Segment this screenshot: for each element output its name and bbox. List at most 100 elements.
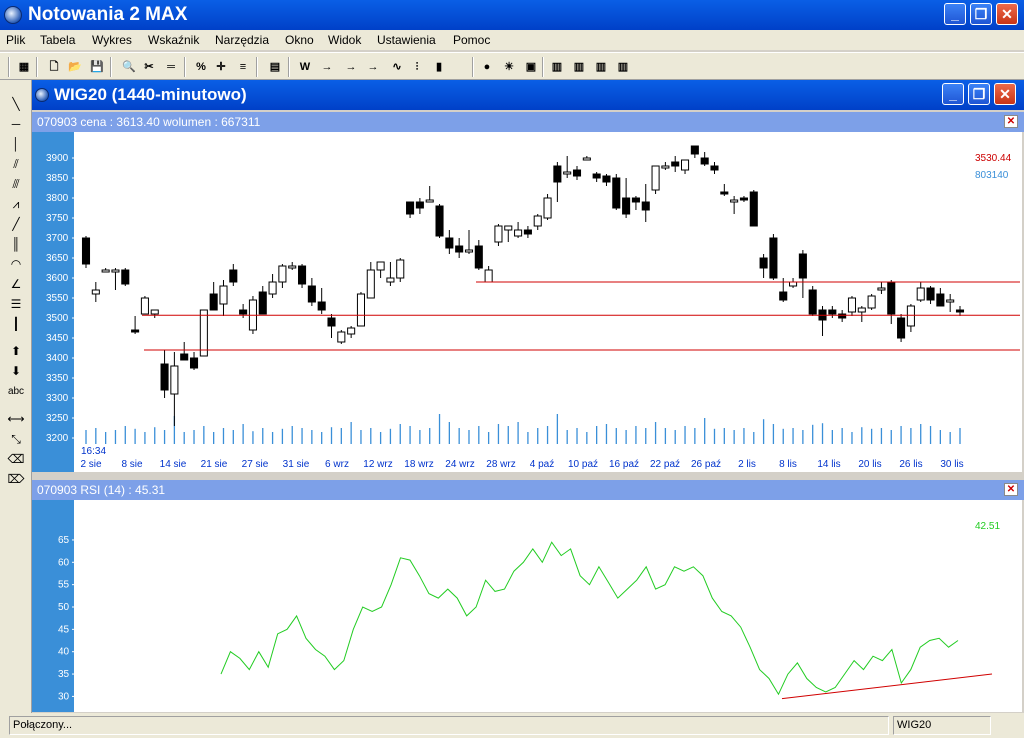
candle-body-up <box>916 287 925 301</box>
candlestick <box>268 274 277 298</box>
rsi-y-tick-label: 50 <box>58 602 70 613</box>
menu-wskaznik[interactable]: Wskaźnik <box>148 32 199 48</box>
scissors-icon[interactable]: ✂ <box>140 58 158 76</box>
candlestick <box>494 224 503 246</box>
hline-tool-icon[interactable]: ─ <box>5 115 27 133</box>
sell-arrow-icon[interactable]: ⬇ <box>5 362 27 380</box>
candlestick <box>298 264 307 288</box>
angle-tool-icon[interactable]: ∠ <box>5 275 27 293</box>
vline-tool-icon[interactable]: │ <box>5 135 27 153</box>
price-x-tick-label: 14 sie <box>160 459 187 470</box>
price-x-tick-label: 2 sie <box>80 459 102 470</box>
maximize-button[interactable]: ❐ <box>970 3 992 25</box>
menu-widok[interactable]: Widok <box>328 32 361 48</box>
menu-okno[interactable]: Okno <box>285 32 314 48</box>
candle-body-down <box>808 289 817 315</box>
candle-body-up <box>337 331 346 343</box>
time-zones-tool-icon[interactable]: ┃ <box>5 315 27 333</box>
candle-body-up <box>425 199 434 203</box>
arrow-right-icon[interactable]: → <box>318 58 336 76</box>
line-tool-icon[interactable]: ╲ <box>5 95 27 113</box>
retracement-tool-icon[interactable]: ☰ <box>5 295 27 313</box>
open-folder-icon[interactable]: 📂 <box>66 58 84 76</box>
candle-body-down <box>749 191 758 227</box>
price-pane-close-button[interactable]: ✕ <box>1004 115 1018 128</box>
chart-close-button[interactable]: ✕ <box>994 83 1016 105</box>
menu-wykres[interactable]: Wykres <box>92 32 132 48</box>
arcs-tool-icon[interactable]: ◠ <box>5 255 27 273</box>
layout1-icon[interactable]: ▥ <box>548 58 566 76</box>
text-tool-icon[interactable]: abc <box>5 383 27 401</box>
candle-body-down <box>298 265 307 285</box>
levels-icon[interactable]: ≡ <box>234 58 252 76</box>
candlestick <box>111 268 120 290</box>
price-x-tick-label: 31 sie <box>283 459 310 470</box>
shrink-tool-icon[interactable]: ⤡ <box>5 430 27 448</box>
price-y-tick-label: 3350 <box>46 373 69 384</box>
fibonacci-icon[interactable]: % <box>192 58 210 76</box>
menu-plik[interactable]: Plik <box>6 32 25 48</box>
layout4-icon[interactable]: ▥ <box>614 58 632 76</box>
cycles-tool-icon[interactable]: ║ <box>5 235 27 253</box>
candle-body-down <box>622 197 631 215</box>
candle-body-up <box>680 159 690 171</box>
eraser-all-icon[interactable]: ⌦ <box>5 470 27 488</box>
ruler-icon[interactable]: ═ <box>162 58 180 76</box>
candle-body-down <box>189 357 199 369</box>
rsi-pane-close-button[interactable]: ✕ <box>1004 483 1018 496</box>
candlestick <box>229 264 238 286</box>
arrow-right3-icon[interactable]: → <box>364 58 382 76</box>
close-button[interactable]: ✕ <box>996 3 1018 25</box>
buy-arrow-icon[interactable]: ⬆ <box>5 342 27 360</box>
price-y-tick-label: 3700 <box>46 233 69 244</box>
price-chart[interactable]: 3900 3850 3800 3750 3700 3650 3600 3550 3500 3450… <box>32 132 1022 472</box>
image-icon[interactable]: ▣ <box>522 58 540 76</box>
candlestick <box>730 196 739 214</box>
minimize-button[interactable]: _ <box>944 3 966 25</box>
candlestick <box>219 280 228 316</box>
weighted-line-icon[interactable]: W <box>296 58 314 76</box>
candle-body-up <box>464 249 474 253</box>
candlestick-icon[interactable]: ▮ <box>430 58 448 76</box>
menu-narzedzia[interactable]: Narzędzia <box>215 32 269 48</box>
table-icon[interactable]: ▤ <box>266 58 284 76</box>
candle-body-up <box>651 165 660 191</box>
pitchfork-tool-icon[interactable]: ⫻ <box>5 175 27 193</box>
bar-chart-icon[interactable]: ⫶ <box>408 58 426 76</box>
toolbar-separator <box>8 57 10 77</box>
arrow-right2-icon[interactable]: → <box>342 58 360 76</box>
candlestick <box>415 198 424 214</box>
menu-tabela[interactable]: Tabela <box>40 32 75 48</box>
candlestick <box>356 292 366 327</box>
crosshair-icon[interactable]: ✛ <box>212 58 230 76</box>
candle-body-down <box>553 165 562 183</box>
bulb-icon[interactable]: ☀ <box>500 58 518 76</box>
layout3-icon[interactable]: ▥ <box>592 58 610 76</box>
candle-body-down <box>435 205 444 237</box>
candlestick <box>572 166 582 180</box>
line-chart-icon[interactable]: ∿ <box>388 58 406 76</box>
price-y-tick-label: 3300 <box>46 393 69 404</box>
candle-body-down <box>415 201 424 209</box>
layout2-icon[interactable]: ▥ <box>570 58 588 76</box>
grid-icon[interactable]: ▦ <box>15 58 33 76</box>
eraser-icon[interactable]: ⌫ <box>5 450 27 468</box>
traffic-light-icon[interactable]: ● <box>478 58 496 76</box>
candle-body-up <box>268 281 277 295</box>
toolbar-separator <box>542 57 544 77</box>
move-tool-icon[interactable]: ⟷ <box>5 410 27 428</box>
save-icon[interactable]: 💾 <box>88 58 106 76</box>
chart-maximize-button[interactable]: ❐ <box>968 83 990 105</box>
zoom-icon[interactable]: 🔍 <box>120 58 138 76</box>
menu-pomoc[interactable]: Pomoc <box>453 32 490 48</box>
channel-tool-icon[interactable]: ⫽ <box>5 155 27 173</box>
rsi-y-tick-label: 40 <box>58 647 70 658</box>
fan-tool-icon[interactable]: ⩘ <box>5 195 27 213</box>
rsi-trend-line[interactable] <box>781 673 993 700</box>
new-file-icon[interactable]: 🗋 <box>45 58 63 76</box>
menu-ustawienia[interactable]: Ustawienia <box>377 32 436 48</box>
rsi-y-tick-label: 60 <box>58 557 70 568</box>
diagonal-tool-icon[interactable]: ╱ <box>5 215 27 233</box>
chart-minimize-button[interactable]: _ <box>942 83 964 105</box>
rsi-chart[interactable]: 65 60 55 50 45 40 35 30 42.51 <box>32 500 1022 712</box>
